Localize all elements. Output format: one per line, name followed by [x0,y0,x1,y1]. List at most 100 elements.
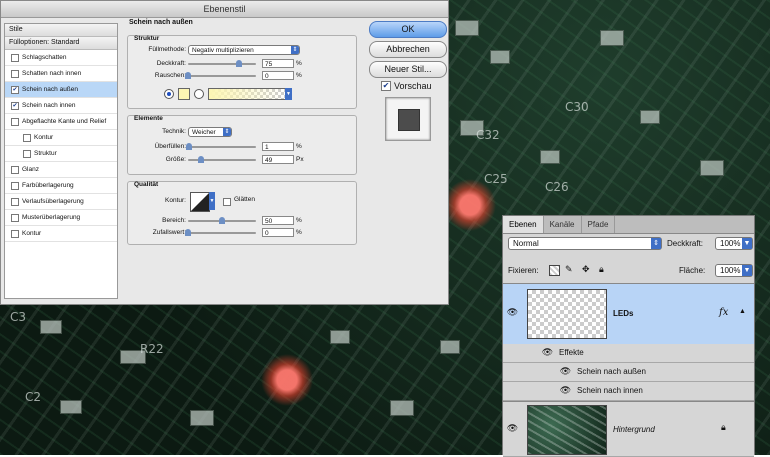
slider-knob[interactable] [185,229,191,236]
fx-icon[interactable]: fx [719,307,728,318]
eye-icon[interactable]: 👁︎ [541,346,554,359]
opacity-row: Deckkraft: 75 % [128,58,356,70]
noise-slider[interactable] [185,72,256,79]
style-item[interactable]: Kontur [5,130,117,146]
spread-input[interactable]: 1 [262,142,294,151]
technique-select[interactable]: Weicher ⇕ [188,127,232,137]
effect-row-inner-glow[interactable]: 👁︎ Schein nach innen [503,382,754,401]
blend-mode-select[interactable]: Negativ multiplizieren ⇕ [188,45,300,55]
group-title: Elemente [134,115,163,122]
size-unit: Px [296,156,304,163]
jitter-row: Zufallswert: 0 % [128,227,356,239]
style-checkbox[interactable] [23,149,31,158]
layer-row-background[interactable]: 👁︎ Hintergrund 🔒︎ [503,401,754,457]
style-item[interactable]: Struktur [5,146,117,162]
panel-title: Schein nach außen [129,19,193,26]
style-checkbox[interactable] [11,213,19,222]
style-checkbox[interactable]: ✔ [11,85,19,94]
smooth-checkbox[interactable] [223,198,231,206]
style-item[interactable]: ✔ Schein nach innen [5,98,117,114]
chevron-down-icon[interactable]: ▼ [209,192,215,210]
eye-icon[interactable]: 👁︎ [506,422,519,435]
ok-button[interactable]: OK [369,21,447,38]
jitter-label: Zufallswert: [152,229,186,236]
slider-knob[interactable] [197,156,204,163]
chevron-down-icon[interactable]: ▼ [285,88,292,100]
preview-toggle[interactable]: ✔ Vorschau [381,80,432,92]
slider-knob[interactable] [185,72,191,79]
style-item[interactable]: Verlaufsüberlagerung [5,194,117,210]
style-item[interactable]: Glanz [5,162,117,178]
effect-row-outer-glow[interactable]: 👁︎ Schein nach außen [503,363,754,382]
style-checkbox[interactable] [11,165,19,174]
eye-icon[interactable]: 👁︎ [506,306,519,319]
layer-opacity-value: 100% [720,239,741,248]
tab-channels[interactable]: Kanäle [544,216,582,233]
blending-options-item[interactable]: Fülloptionen: Standard [5,37,117,50]
style-item[interactable]: Musterüberlagerung [5,210,117,226]
radio-dot [167,92,171,96]
lock-icon[interactable]: 🔒︎ [599,264,604,275]
move-icon[interactable]: ✥ [582,264,590,275]
size-slider[interactable] [188,156,256,163]
lock-transparency-icon[interactable] [549,265,560,276]
style-item[interactable]: Farbüberlagerung [5,178,117,194]
style-checkbox[interactable] [11,69,19,78]
layers-tabs: Ebenen Kanäle Pfade [503,216,754,234]
slider-knob[interactable] [219,217,225,224]
style-item[interactable]: Abgeflachte Kante und Relief [5,114,117,130]
preview-checkbox[interactable]: ✔ [381,81,391,91]
opacity-input[interactable]: 75 [262,59,294,68]
color-radio[interactable] [164,89,174,99]
range-input[interactable]: 50 [262,216,294,225]
effects-row[interactable]: 👁︎ Effekte [503,344,754,363]
spread-slider[interactable] [185,143,256,150]
silkscreen-label: C32 [476,128,500,142]
eye-icon[interactable]: 👁︎ [559,384,572,397]
layer-opacity-input[interactable]: 100% ▼ [715,237,753,250]
new-style-button[interactable]: Neuer Stil... [369,61,447,78]
triangle-up-icon[interactable]: ▲ [739,308,746,315]
style-item[interactable]: ✔ Schein nach außen [5,82,117,98]
range-label: Bereich: [162,217,186,224]
style-item[interactable]: Schatten nach innen [5,66,117,82]
pcb-component [330,330,350,344]
tab-paths[interactable]: Pfade [582,216,616,233]
style-checkbox[interactable]: ✔ [11,101,19,110]
style-checkbox[interactable] [11,53,19,62]
contour-row: Kontur: ▼ Glätten [128,192,356,212]
style-checkbox[interactable] [23,133,31,142]
style-item[interactable]: Kontur [5,226,117,242]
jitter-input[interactable]: 0 [262,228,294,237]
range-slider[interactable] [188,217,256,224]
fill-input[interactable]: 100% ▼ [715,264,753,277]
size-input[interactable]: 49 [262,155,294,164]
contour-thumbnail[interactable] [190,192,210,212]
tab-layers[interactable]: Ebenen [503,216,544,233]
slider-knob[interactable] [236,60,242,67]
slider-knob[interactable] [185,143,192,150]
brush-icon[interactable]: ✎ [565,264,573,275]
glow-gradient-picker[interactable] [208,88,286,100]
glow-color-swatch[interactable] [178,88,190,100]
gradient-radio[interactable] [194,89,204,99]
blend-mode-label: Füllmethode: [148,46,186,53]
chevron-updown-icon: ⇕ [651,238,661,249]
style-item[interactable]: Schlagschatten [5,50,117,66]
jitter-slider[interactable] [185,229,256,236]
style-checkbox[interactable] [11,197,19,206]
style-list-header[interactable]: Stile [5,24,117,37]
layer-blend-mode-select[interactable]: Normal ⇕ [508,237,662,250]
style-checkbox[interactable] [11,181,19,190]
style-checkbox[interactable] [11,229,19,238]
style-checkbox[interactable] [11,117,19,126]
noise-input[interactable]: 0 [262,71,294,80]
pcb-component [390,400,414,416]
opacity-slider[interactable] [188,60,256,67]
layer-row-leds[interactable]: 👁︎ LEDs fx ▲ [503,283,754,345]
cancel-button[interactable]: Abbrechen [369,41,447,58]
eye-icon[interactable]: 👁︎ [559,365,572,378]
group-struktur: Struktur Füllmethode: Negativ multiplizi… [127,35,357,109]
group-title: Qualität [134,181,159,188]
group-qualitaet: Qualität Kontur: ▼ Glätten Bereich: 50 %… [127,181,357,245]
